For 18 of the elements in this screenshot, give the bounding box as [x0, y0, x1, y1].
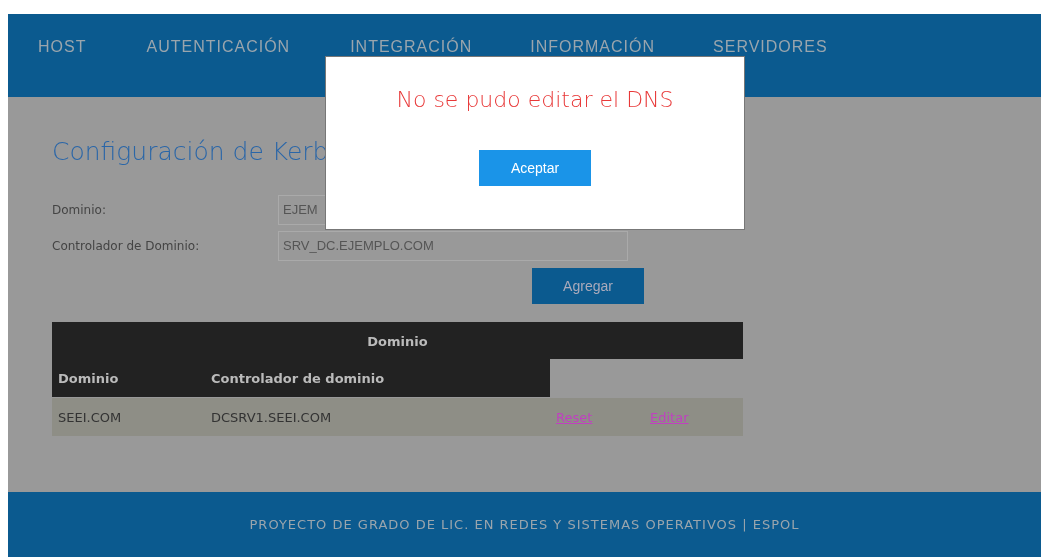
input-field[interactable]: SRV_DC.EJEMPLO.COM: [278, 231, 628, 261]
table-cell-text: DCSRV1.SEEI.COM: [210, 409, 333, 425]
field-label: Controlador de Dominio:: [52, 239, 201, 253]
add-button[interactable]: Agregar: [532, 268, 644, 304]
accept-button[interactable]: Aceptar: [479, 150, 591, 186]
nav-link[interactable]: HOST: [38, 38, 87, 56]
nav-link[interactable]: INFORMACIÓN: [530, 38, 656, 56]
dialog-message: No se pudo editar el DNS: [396, 87, 674, 112]
table-cell-text: SEEI.COM: [57, 409, 123, 425]
column-header: Dominio: [57, 370, 120, 386]
table-group-header: Dominio: [52, 322, 743, 359]
nav-link[interactable]: AUTENTICACIÓN: [146, 38, 291, 56]
column-header: Controlador de dominio: [210, 370, 385, 386]
nav-link[interactable]: SERVIDORES: [713, 38, 828, 56]
footer-text: PROYECTO DE GRADO DE LIC. EN REDES Y SISTEMAS OPERATIVOS | ESPOL: [249, 517, 800, 532]
field-label: Dominio:: [52, 203, 107, 217]
nav-link[interactable]: INTEGRACIÓN: [350, 38, 473, 56]
page-title: Configuración de Kerb: [52, 137, 330, 166]
